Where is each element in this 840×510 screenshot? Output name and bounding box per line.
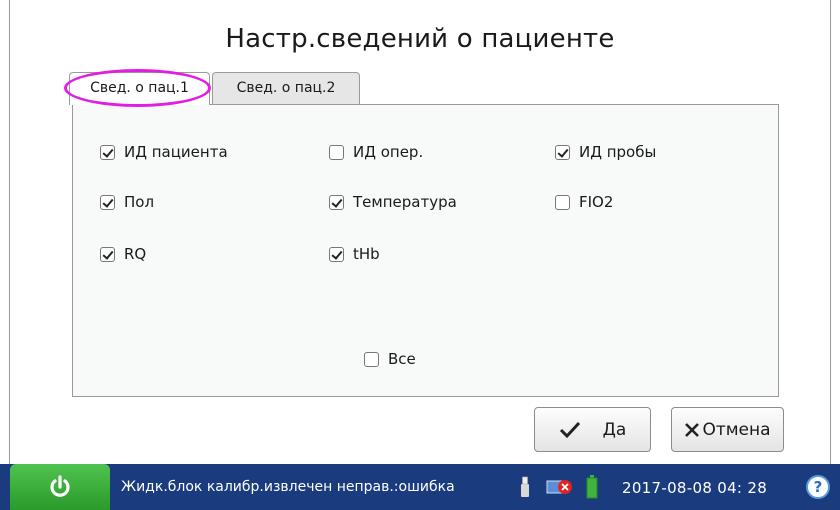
battery-icon	[586, 475, 598, 499]
ok-button-label: Да	[602, 419, 627, 440]
cancel-button[interactable]: Отмена	[671, 407, 784, 452]
checkbox-label: ИД опер.	[353, 143, 424, 161]
tab-patient-info-2[interactable]: Свед. о пац.2	[212, 72, 360, 104]
checkbox-temperature[interactable]: Температура	[329, 193, 457, 211]
checkmark-icon	[559, 421, 580, 438]
power-button[interactable]	[10, 464, 110, 510]
checkbox-checked-icon	[329, 194, 344, 210]
cancel-button-label: Отмена	[702, 419, 771, 440]
checkbox-unchecked-icon	[329, 144, 344, 160]
checkbox-unchecked-icon	[364, 351, 379, 367]
network-error-icon	[546, 480, 572, 494]
checkbox-checked-icon	[555, 144, 570, 160]
checkbox-unchecked-icon	[555, 194, 570, 210]
checkbox-patient-id[interactable]: ИД пациента	[100, 143, 228, 161]
checkbox-rq[interactable]: RQ	[100, 245, 146, 263]
checkbox-label: ИД пациента	[124, 143, 228, 161]
checkbox-fio2[interactable]: FIO2	[555, 193, 613, 211]
checkbox-label: ИД пробы	[579, 143, 657, 161]
checkbox-label: Все	[388, 350, 416, 368]
x-icon	[685, 422, 700, 437]
checkbox-label: FIO2	[579, 193, 614, 211]
datetime: 2017-08-08 04: 28	[622, 479, 768, 497]
checkbox-checked-icon	[100, 246, 115, 262]
checkbox-label: Пол	[124, 193, 155, 211]
status-bar: Жидк.блок калибр.извлечен неправ.:ошибка…	[0, 464, 840, 510]
checkbox-sample-id[interactable]: ИД пробы	[555, 143, 656, 161]
checkbox-checked-icon	[100, 194, 115, 210]
dialog-title: Настр.сведений о пациенте	[225, 24, 615, 54]
checkbox-sex[interactable]: Пол	[100, 193, 154, 211]
checkbox-operator-id[interactable]: ИД опер.	[329, 143, 423, 161]
checkbox-label: tHb	[353, 245, 380, 263]
power-icon	[50, 475, 70, 497]
checkbox-label: Температура	[353, 193, 457, 211]
ok-button[interactable]: Да	[534, 407, 651, 452]
options-panel: ИД пациента ИД опер. ИД пробы Пол Темпер…	[72, 104, 779, 397]
checkbox-checked-icon	[100, 144, 115, 160]
status-message: Жидк.блок калибр.извлечен неправ.:ошибка	[121, 479, 455, 495]
checkbox-thb[interactable]: tHb	[329, 245, 380, 263]
checkbox-label: RQ	[124, 245, 147, 263]
usb-icon	[521, 476, 529, 497]
tab-patient-info-1[interactable]: Свед. о пац.1	[69, 72, 210, 105]
help-icon[interactable]: ?	[806, 475, 830, 499]
checkbox-select-all[interactable]: Все	[364, 350, 416, 368]
checkbox-checked-icon	[329, 246, 344, 262]
